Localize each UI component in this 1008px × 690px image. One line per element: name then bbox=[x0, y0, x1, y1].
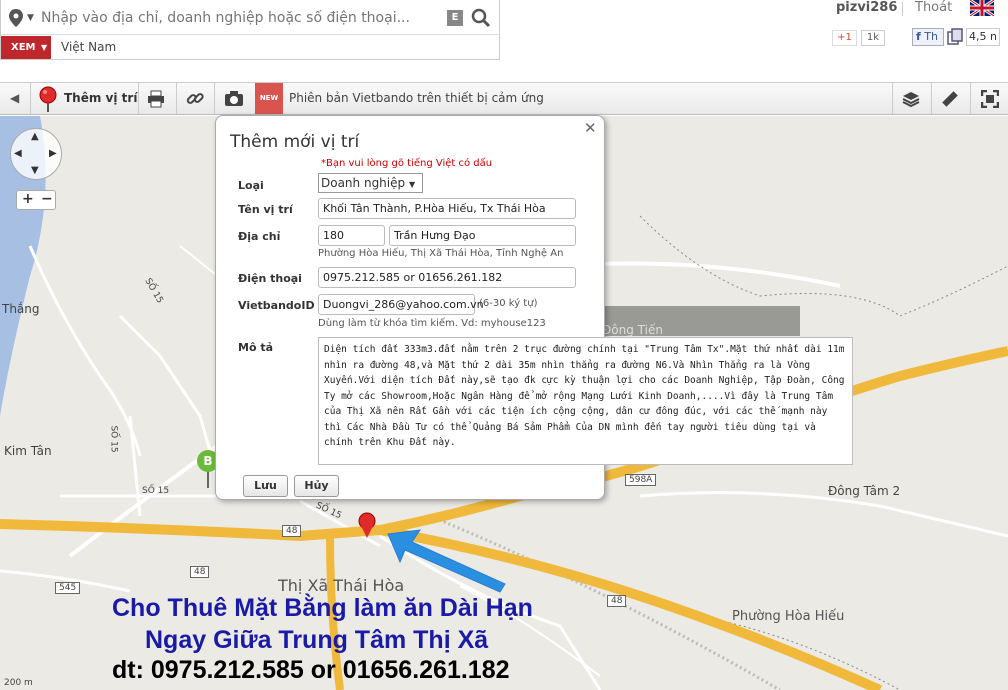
google-plus-count: 1k bbox=[861, 30, 885, 46]
collapse-toolbar-icon[interactable]: ◀ bbox=[10, 91, 19, 105]
share-icon[interactable] bbox=[946, 28, 964, 46]
pan-left-icon[interactable]: ◀ bbox=[14, 148, 22, 159]
print-icon[interactable] bbox=[147, 90, 165, 108]
map-label: Phường Hòa Hiếu bbox=[732, 609, 845, 624]
map-label: SỐ 15 bbox=[142, 486, 170, 496]
dialog-title: Thêm mới vị trí bbox=[230, 132, 360, 152]
vietbando-id-input[interactable]: Duongvi_286@yahoo.com.vn bbox=[318, 294, 484, 315]
search-panel: ▼ E XEM ▼ Việt Nam bbox=[0, 0, 500, 60]
road-badge: 48 bbox=[282, 525, 302, 537]
facebook-icon: f bbox=[916, 30, 921, 43]
phone-label: Điện thoại bbox=[238, 272, 302, 285]
map-toolbar: ◀ Thêm vị trí NEW Phiên bản Vietbando tr… bbox=[0, 82, 1008, 115]
zoom-in-icon[interactable]: + bbox=[22, 191, 34, 207]
zoom-level-field[interactable]: 4,5 n bbox=[966, 28, 1000, 46]
logout-link[interactable]: Thoát bbox=[915, 0, 952, 15]
map-label: Kim Tân bbox=[4, 444, 52, 458]
uk-flag-icon[interactable] bbox=[970, 0, 994, 16]
add-location-dialog: Thêm mới vị trí ✕ *Bạn vui lòng gõ tiếng… bbox=[215, 115, 853, 500]
type-label: Loại bbox=[238, 179, 264, 192]
fullscreen-icon[interactable] bbox=[981, 90, 999, 108]
divider bbox=[902, 2, 903, 16]
chevron-down-icon[interactable]: ▼ bbox=[41, 36, 47, 59]
chevron-down-icon: ▼ bbox=[408, 180, 416, 189]
facebook-button[interactable]: f Th bbox=[912, 28, 944, 46]
pan-down-icon[interactable]: ▼ bbox=[31, 165, 39, 176]
street-input[interactable]: Trần Hưng Đạo bbox=[389, 225, 576, 246]
save-button[interactable]: Lưu bbox=[243, 475, 288, 497]
divider bbox=[214, 83, 215, 114]
road-badge: 545 bbox=[55, 582, 81, 594]
link-icon[interactable] bbox=[186, 90, 204, 108]
location-name-input[interactable]: Khối Tân Thành, P.Hòa Hiếu, Tx Thái Hòa bbox=[318, 198, 576, 219]
address-label: Địa chỉ bbox=[238, 230, 281, 243]
cancel-button[interactable]: Hủy bbox=[294, 475, 339, 497]
divider bbox=[892, 83, 893, 114]
google-plus-button[interactable]: +1 bbox=[832, 30, 857, 46]
map-label: Thị Xã Thái Hòa bbox=[278, 576, 405, 595]
phone-input[interactable]: 0975.212.585 or 01656.261.182 bbox=[318, 267, 576, 288]
pan-control[interactable]: ▲ ▼ ◀ ▶ bbox=[10, 128, 62, 180]
add-location-icon[interactable] bbox=[38, 86, 58, 112]
vietnamese-note: *Bạn vui lòng gõ tiếng Việt có dấu bbox=[321, 158, 493, 169]
vietbando-id-length-hint: (6-30 ký tự) bbox=[479, 298, 538, 309]
map-label: Đông Tâm 2 bbox=[828, 484, 901, 498]
divider bbox=[176, 83, 177, 114]
map-label: Thắng bbox=[2, 302, 40, 316]
chevron-down-icon[interactable]: ▼ bbox=[27, 13, 34, 23]
description-textarea[interactable]: Diện tích đất 333m3.đất nằm trên 2 trục … bbox=[318, 337, 853, 465]
search-icon[interactable] bbox=[471, 8, 491, 28]
name-label: Tên vị trí bbox=[238, 203, 293, 216]
keyboard-e-button[interactable]: E bbox=[447, 10, 463, 26]
ward-line: Phường Hòa Hiếu, Thị Xã Thái Hòa, Tỉnh N… bbox=[318, 248, 564, 259]
pan-right-icon[interactable]: ▶ bbox=[49, 148, 57, 159]
road-badge: 48 bbox=[607, 595, 627, 607]
divider bbox=[30, 83, 31, 114]
house-number-input[interactable]: 180 bbox=[318, 225, 385, 246]
type-select[interactable]: Doanh nghiệp ▼ bbox=[318, 173, 423, 193]
road-badge: 598A bbox=[625, 474, 657, 486]
layers-icon[interactable] bbox=[902, 90, 920, 108]
divider bbox=[138, 83, 139, 114]
divider bbox=[970, 83, 971, 114]
camera-icon[interactable] bbox=[224, 90, 244, 108]
country-label[interactable]: Việt Nam bbox=[61, 36, 116, 59]
description-label: Mô tả bbox=[238, 341, 274, 354]
close-icon[interactable]: ✕ bbox=[584, 119, 597, 137]
facebook-label: Th bbox=[924, 30, 938, 43]
touch-version-link[interactable]: Phiên bản Vietbando trên thiết bị cảm ứn… bbox=[289, 91, 544, 105]
new-badge: NEW bbox=[255, 83, 283, 114]
road-badge: 48 bbox=[190, 566, 210, 578]
location-pin-icon[interactable] bbox=[9, 9, 23, 27]
ad-line-3: dt: 0975.212.585 or 01656.261.182 bbox=[112, 656, 510, 684]
zoom-control: + − bbox=[16, 190, 56, 210]
add-location-button[interactable]: Thêm vị trí bbox=[64, 91, 137, 105]
map-label: Đông Tiến bbox=[602, 323, 663, 337]
ad-line-2: Ngay Giữa Trung Tâm Thị Xã bbox=[145, 626, 489, 654]
ad-line-1: Cho Thuê Mặt Bằng làm ăn Dài Hạn bbox=[112, 594, 533, 622]
vietbando-id-label: VietbandoID bbox=[238, 299, 315, 312]
type-select-value: Doanh nghiệp bbox=[321, 176, 406, 190]
map-label: SỐ 15 bbox=[108, 425, 119, 453]
pan-up-icon[interactable]: ▲ bbox=[31, 131, 39, 142]
ruler-icon[interactable] bbox=[941, 90, 959, 108]
search-input[interactable] bbox=[41, 7, 441, 29]
scale-label: 200 m bbox=[4, 678, 33, 688]
zoom-out-icon[interactable]: − bbox=[41, 191, 53, 207]
divider bbox=[931, 83, 932, 114]
vietbando-id-sub-hint: Dùng làm từ khóa tìm kiếm. Vd: myhouse12… bbox=[318, 318, 546, 329]
user-name-link[interactable]: pizvi286 bbox=[836, 0, 897, 15]
